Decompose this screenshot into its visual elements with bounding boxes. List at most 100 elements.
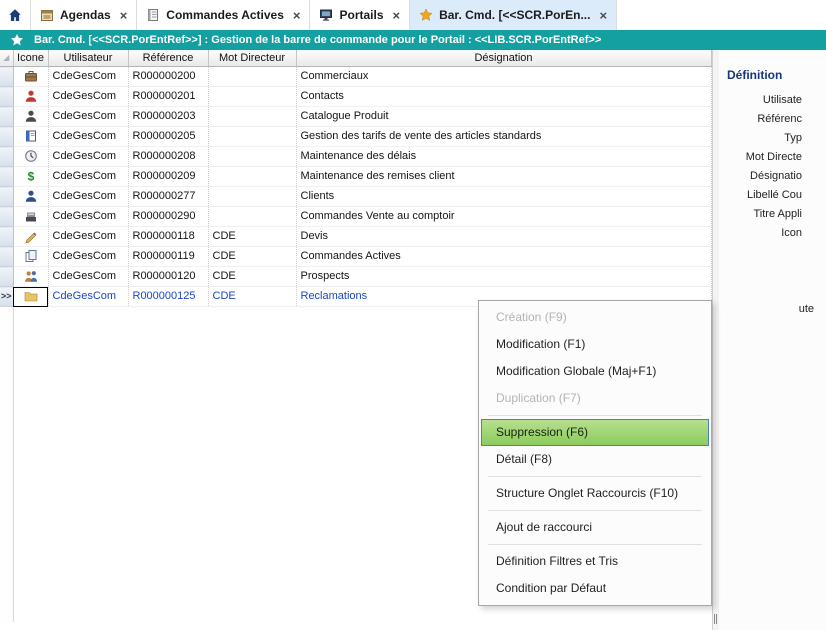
row-marker	[0, 107, 13, 127]
table-row[interactable]: CdeGesComR000000290Commandes Vente au co…	[0, 207, 711, 227]
user-cell: CdeGesCom	[48, 287, 128, 307]
notebook-icon	[146, 8, 160, 22]
product-person-icon	[24, 109, 38, 123]
title-bar: Bar. Cmd. [<<SCR.PorEntRef>>] : Gestion …	[0, 30, 826, 50]
table-row[interactable]: CdeGesComR000000119CDECommandes Actives	[0, 247, 711, 267]
reference-cell: R000000208	[128, 147, 208, 167]
column-header-icone[interactable]: Icone	[13, 50, 48, 67]
tab-close-icon[interactable]: ×	[120, 8, 128, 23]
star-icon	[10, 33, 24, 47]
tab-bar-cmd[interactable]: Bar. Cmd. [<<SCR.PorEn...×	[409, 0, 617, 30]
reference-cell: R000000118	[128, 227, 208, 247]
menu-item-condition-par-defaut[interactable]: Condition par Défaut	[479, 575, 711, 602]
tab-label: Portails	[339, 8, 383, 22]
reference-cell: R000000125	[128, 287, 208, 307]
briefcase-icon	[24, 69, 38, 83]
title-bar-text: Bar. Cmd. [<<SCR.PorEntRef>>] : Gestion …	[34, 34, 601, 46]
row-icon-cell	[13, 107, 48, 127]
menu-item-structure-onglet-raccourcis-f10[interactable]: Structure Onglet Raccourcis (F10)	[479, 480, 711, 507]
reference-cell: R000000120	[128, 267, 208, 287]
splitter-grip-icon[interactable]	[714, 614, 715, 624]
user-cell: CdeGesCom	[48, 247, 128, 267]
menu-item-suppression-f6[interactable]: Suppression (F6)	[481, 419, 709, 446]
row-marker	[0, 207, 13, 227]
table-row[interactable]: CdeGesComR000000120CDEProspects	[0, 267, 711, 287]
select-all-corner[interactable]: ◢	[0, 50, 13, 67]
table-row[interactable]: CdeGesComR000000203Catalogue Produit	[0, 107, 711, 127]
menu-separator	[488, 415, 702, 416]
tab-portails[interactable]: Portails ×	[309, 0, 409, 30]
column-header-mot-directeur[interactable]: Mot Directeur	[208, 50, 296, 67]
panel-title: Définition	[727, 68, 782, 82]
row-marker	[0, 127, 13, 147]
row-icon-cell	[13, 187, 48, 207]
portal-icon	[319, 8, 333, 22]
designation-cell: Maintenance des délais	[296, 147, 711, 167]
table-row[interactable]: CdeGesComR000000118CDEDevis	[0, 227, 711, 247]
row-marker	[0, 167, 13, 187]
keyword-cell	[208, 87, 296, 107]
tab-strip: Agendas×Commandes Actives×Portails×Bar. …	[30, 0, 617, 30]
menu-item-detail-f8[interactable]: Détail (F8)	[479, 446, 711, 473]
column-header-reference[interactable]: Référence	[128, 50, 208, 67]
context-menu: Création (F9)Modification (F1)Modificati…	[478, 300, 712, 606]
designation-cell: Maintenance des remises client	[296, 167, 711, 187]
tab-close-icon[interactable]: ×	[393, 8, 401, 23]
designation-cell: Catalogue Produit	[296, 107, 711, 127]
reference-cell: R000000209	[128, 167, 208, 187]
keyword-cell: CDE	[208, 267, 296, 287]
keyword-cell	[208, 167, 296, 187]
table-row[interactable]: CdeGesComR000000208Maintenance des délai…	[0, 147, 711, 167]
keyword-cell	[208, 67, 296, 87]
row-icon-cell	[13, 147, 48, 167]
user-cell: CdeGesCom	[48, 67, 128, 87]
row-icon-cell	[13, 227, 48, 247]
definition-panel: Définition UtilisateRéférencTypMot Direc…	[719, 50, 826, 630]
row-marker-rail	[0, 308, 14, 622]
menu-separator	[488, 476, 702, 477]
client-person-icon	[24, 189, 38, 203]
column-header-designation[interactable]: Désignation	[296, 50, 711, 67]
menu-item-modification-f1[interactable]: Modification (F1)	[479, 331, 711, 358]
tab-agendas[interactable]: Agendas ×	[30, 0, 136, 30]
keyword-cell: CDE	[208, 247, 296, 267]
tab-bar: Agendas×Commandes Actives×Portails×Bar. …	[0, 0, 826, 30]
field-label-icon: Icon	[746, 224, 802, 243]
row-icon-cell	[13, 247, 48, 267]
menu-separator	[488, 544, 702, 545]
svg-text:$: $	[27, 170, 34, 184]
user-cell: CdeGesCom	[48, 227, 128, 247]
table-row[interactable]: CdeGesComR000000200Commerciaux	[0, 67, 711, 87]
tab-close-icon[interactable]: ×	[599, 8, 607, 23]
row-icon-cell	[13, 67, 48, 87]
user-cell: CdeGesCom	[48, 87, 128, 107]
tab-close-icon[interactable]: ×	[293, 8, 301, 23]
cash-register-icon	[24, 209, 38, 223]
menu-item-modification-globale-maj-f1[interactable]: Modification Globale (Maj+F1)	[479, 358, 711, 385]
user-cell: CdeGesCom	[48, 187, 128, 207]
menu-item-duplication-f7: Duplication (F7)	[479, 385, 711, 412]
tab-label: Commandes Actives	[166, 8, 284, 22]
menu-item-ajout-de-raccourci[interactable]: Ajout de raccourci	[479, 514, 711, 541]
row-icon-cell: $	[13, 167, 48, 187]
menu-item-definition-filtres-et-tris[interactable]: Définition Filtres et Tris	[479, 548, 711, 575]
row-marker	[0, 267, 13, 287]
keyword-cell	[208, 207, 296, 227]
tab-commandes-actives[interactable]: Commandes Actives ×	[136, 0, 309, 30]
table-row[interactable]: CdeGesComR000000277Clients	[0, 187, 711, 207]
table-row[interactable]: CdeGesComR000000205Gestion des tarifs de…	[0, 127, 711, 147]
tab-label: Agendas	[60, 8, 111, 22]
home-button[interactable]	[0, 0, 30, 30]
row-marker	[0, 147, 13, 167]
designation-cell: Prospects	[296, 267, 711, 287]
table-row[interactable]: CdeGesComR000000201Contacts	[0, 87, 711, 107]
table-row[interactable]: $CdeGesComR000000209Maintenance des remi…	[0, 167, 711, 187]
application-window: Agendas×Commandes Actives×Portails×Bar. …	[0, 0, 826, 630]
table-header-row: ◢IconeUtilisateurRéférenceMot DirecteurD…	[0, 50, 711, 67]
designation-cell: Commandes Actives	[296, 247, 711, 267]
designation-cell: Commerciaux	[296, 67, 711, 87]
keyword-cell: CDE	[208, 287, 296, 307]
reference-cell: R000000205	[128, 127, 208, 147]
panel-field-labels: UtilisateRéférencTypMot DirecteDésignati…	[746, 91, 802, 243]
column-header-utilisateur[interactable]: Utilisateur	[48, 50, 128, 67]
